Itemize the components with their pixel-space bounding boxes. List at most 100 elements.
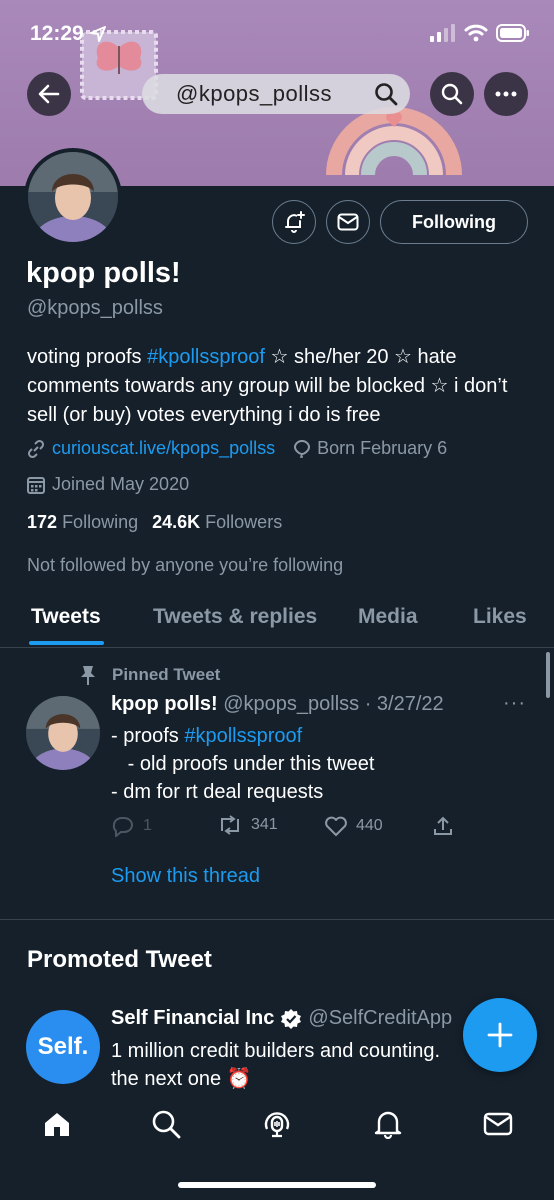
wifi-icon	[464, 24, 488, 42]
arrow-left-icon	[38, 84, 60, 104]
promoted-body: 1 million credit builders and counting. …	[111, 1040, 441, 1090]
follow-counts: 172 Following 24.6K Followers	[27, 512, 282, 533]
nav-messages[interactable]	[478, 1104, 518, 1144]
tab-tweets-replies[interactable]: Tweets & replies	[153, 605, 317, 629]
bio-hashtag-link[interactable]: #kpollssproof	[147, 346, 265, 368]
tweet-avatar[interactable]	[26, 696, 100, 770]
retweet-count: 341	[251, 816, 278, 833]
pin-icon	[81, 666, 95, 685]
tweet-meta: @kpops_pollss · 3/27/22	[223, 693, 444, 715]
home-indicator[interactable]	[178, 1182, 376, 1188]
profile-handle: @kpops_pollss	[27, 297, 163, 319]
search-icon	[375, 83, 398, 106]
share-button[interactable]	[432, 815, 454, 837]
active-tab-indicator	[29, 641, 104, 645]
tab-tweets[interactable]: Tweets	[31, 605, 101, 629]
nav-search[interactable]	[146, 1104, 186, 1144]
tweet-header: kpop polls! @kpops_pollss · 3/27/22	[111, 693, 444, 716]
tab-media[interactable]: Media	[358, 605, 418, 629]
profile-joined: Joined May 2020	[52, 474, 190, 494]
like-button[interactable]: 440	[324, 815, 383, 837]
tweet-actions: 1 341 440	[0, 815, 554, 839]
link-icon	[26, 439, 46, 459]
like-count: 440	[356, 817, 383, 834]
tweet-text: - proofs	[111, 725, 185, 747]
status-time: 12:29	[30, 22, 84, 45]
profile-website-link[interactable]: curiouscat.live/kpops_pollss	[52, 438, 275, 459]
spaces-microphone-icon	[264, 1112, 290, 1138]
profile-meta-row: curiouscat.live/kpops_pollss Born Februa…	[26, 438, 447, 459]
following-count: 172	[27, 512, 58, 532]
tweet-hashtag-link[interactable]: #kpollssproof	[184, 725, 302, 747]
tweet-more-button[interactable]: ···	[503, 692, 526, 715]
retweet-icon	[221, 815, 239, 835]
nav-notifications[interactable]	[368, 1104, 408, 1144]
search-text: @kpops_pollss	[176, 81, 333, 106]
message-button[interactable]	[326, 200, 370, 244]
followers-count-label: Followers	[205, 512, 283, 532]
profile-joined-row: Joined May 2020	[26, 474, 189, 495]
nav-home[interactable]	[37, 1104, 77, 1144]
birthday-balloon-icon	[293, 439, 311, 459]
avatar-photo	[26, 696, 100, 770]
bio-text: voting proofs	[27, 346, 148, 368]
search-button[interactable]	[430, 72, 474, 116]
bell-icon	[374, 1111, 402, 1139]
not-followed-notice: Not followed by anyone you’re following	[27, 555, 344, 575]
retweet-button[interactable]: 341	[217, 815, 278, 835]
profile-tabs: Tweets Tweets & replies Media Likes	[0, 595, 554, 648]
promoted-handle: @SelfCreditApp	[308, 1007, 453, 1029]
nav-spaces[interactable]	[257, 1104, 297, 1144]
tab-likes[interactable]: Likes	[473, 605, 527, 629]
bell-plus-icon	[285, 211, 305, 233]
following-button[interactable]: Following	[380, 200, 528, 244]
home-icon	[45, 1113, 69, 1136]
pinned-label-text: Pinned Tweet	[112, 665, 221, 684]
calendar-icon	[26, 475, 46, 495]
envelope-icon	[337, 213, 359, 231]
following-count-label: Following	[62, 512, 139, 532]
plus-icon	[487, 1022, 513, 1048]
profile-name: kpop polls!	[26, 257, 181, 289]
profile-bio: voting proofs #kpollssproof ☆ she/her 20…	[27, 343, 527, 430]
search-icon	[441, 83, 463, 105]
tweet-author-name[interactable]: kpop polls!	[111, 693, 218, 715]
followers-count-link[interactable]: 24.6K Followers	[152, 512, 282, 533]
reply-count: 1	[143, 817, 152, 834]
tweet-text: - old proofs under this tweet	[111, 753, 375, 775]
followers-count: 24.6K	[152, 512, 201, 532]
following-count-link[interactable]: 172 Following	[27, 512, 138, 533]
divider	[0, 919, 554, 920]
avatar-photo	[28, 152, 118, 242]
status-icons	[430, 24, 530, 42]
share-icon	[434, 816, 452, 835]
scrollbar[interactable]	[546, 652, 550, 698]
battery-icon	[496, 24, 529, 42]
heart-icon	[325, 816, 347, 836]
tweet-text: - dm for rt deal requests	[111, 781, 324, 803]
profile-birthday: Born February 6	[317, 438, 448, 458]
notifications-toggle-button[interactable]	[272, 200, 316, 244]
header-nav: @kpops_pollss	[0, 72, 554, 118]
promoted-avatar[interactable]: Self.	[26, 1010, 100, 1084]
pinned-tweet-label: Pinned Tweet	[78, 664, 220, 686]
search-icon	[152, 1110, 181, 1139]
reply-button[interactable]: 1	[111, 815, 152, 837]
more-horizontal-icon	[495, 91, 517, 97]
status-bar: 12:29	[0, 0, 554, 60]
signal-icon	[430, 24, 455, 42]
reply-icon	[112, 817, 133, 837]
promoted-tweet-header: Self Financial Inc @SelfCreditApp	[111, 1007, 452, 1030]
promoted-author-name[interactable]: Self Financial Inc	[111, 1007, 274, 1030]
tweet-body: - proofs #kpollssproof - old proofs unde…	[111, 722, 374, 806]
back-button[interactable]	[27, 72, 71, 116]
envelope-icon	[483, 1112, 513, 1136]
promoted-tweet-heading: Promoted Tweet	[27, 946, 212, 973]
profile-avatar[interactable]	[24, 148, 122, 246]
compose-tweet-button[interactable]	[463, 998, 537, 1072]
location-arrow-icon	[90, 26, 106, 42]
search-bar[interactable]: @kpops_pollss	[142, 74, 410, 114]
more-options-button[interactable]	[484, 72, 528, 116]
show-thread-link[interactable]: Show this thread	[111, 865, 260, 888]
verified-badge-icon	[281, 1008, 302, 1029]
